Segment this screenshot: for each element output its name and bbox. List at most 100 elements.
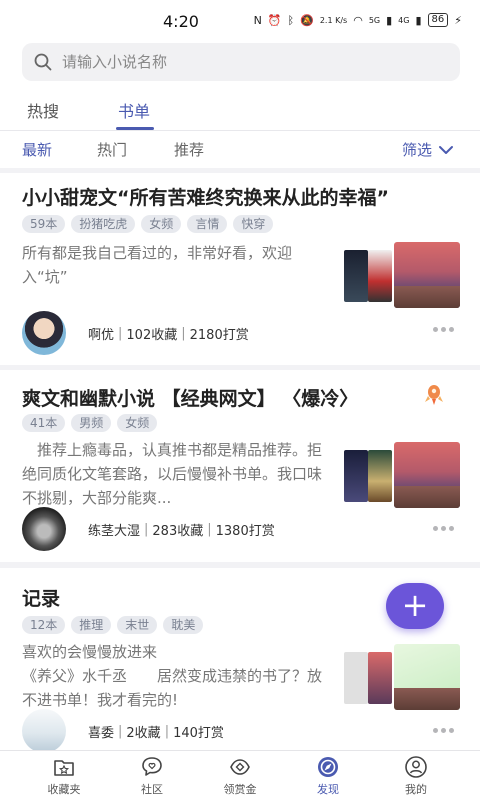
nav-rewards[interactable]: 领赏金 (200, 755, 280, 797)
tag: 末世 (117, 616, 158, 634)
signal-icon: ▮ (415, 13, 422, 27)
author-name[interactable]: 啊优 (88, 324, 114, 343)
compass-icon (318, 757, 338, 777)
favorites-count: 2收藏 (126, 725, 161, 741)
favorites-count: 283收藏 (152, 523, 204, 539)
battery-indicator: 86 (427, 13, 449, 27)
book-cover (344, 250, 368, 302)
subtab-latest[interactable]: 最新 (22, 139, 52, 160)
author-name[interactable]: 练茎大湿 (88, 520, 140, 539)
separator: | (118, 325, 123, 341)
avatar[interactable] (22, 311, 66, 355)
book-covers (342, 644, 460, 710)
book-cover-main (394, 442, 460, 508)
signal-icon: ▮ (386, 13, 393, 27)
author-name[interactable]: 喜委 (88, 722, 114, 741)
subtab-popular[interactable]: 热门 (97, 139, 127, 160)
filter-label: 筛选 (401, 141, 432, 159)
tag: 扮猪吃虎 (71, 215, 136, 233)
tag: 男频 (71, 414, 112, 432)
separator: | (181, 325, 186, 341)
booklist-description: 喜欢的会慢慢放进来 《养父》水千丞 居然变成违禁的书了？放不进书单！我才看完的! (22, 643, 323, 709)
booklist-title: 记录 (22, 588, 61, 610)
author-info: 啊优 | 102收藏 | 2180打赏 (22, 311, 249, 355)
bookmark-folder-icon (54, 760, 74, 776)
rewards-count: 140打赏 (173, 725, 224, 741)
nav-label: 领赏金 (223, 783, 257, 796)
book-cover (368, 652, 392, 704)
tab-booklist[interactable]: 书单 (118, 98, 150, 122)
nav-profile[interactable]: 我的 (376, 755, 456, 797)
tag-count: 41本 (22, 414, 66, 432)
nav-label: 我的 (405, 783, 427, 796)
book-covers (342, 242, 460, 308)
tag: 推理 (71, 616, 112, 634)
nav-label: 社区 (141, 783, 163, 796)
status-bar: 4:20 N ⏰ ᛒ 🔕 2.1 K/s ◠ 5G ▮ 4G ▮ 86 ⚡ (0, 0, 480, 40)
tab-hot-search[interactable]: 热搜 (27, 98, 59, 122)
separator: | (164, 723, 170, 739)
create-booklist-button[interactable]: + (386, 583, 444, 629)
booklist-card[interactable]: 爽文和幽默小说 【经典网文】 〈爆冷〉 41本 男频 女频 推荐上瘾毒品，认真推… (0, 370, 480, 562)
wifi-icon: ◠ (353, 13, 363, 27)
tag: 耽美 (163, 616, 204, 634)
avatar[interactable] (22, 709, 66, 753)
rocket-icon (425, 385, 443, 405)
separator: | (207, 521, 212, 537)
favorites-count: 102收藏 (126, 327, 178, 343)
more-options-icon[interactable] (433, 728, 454, 733)
tag-list: 59本 扮猪吃虎 女频 言情 快穿 (22, 215, 274, 233)
mute-icon: 🔕 (300, 13, 314, 27)
avatar[interactable] (22, 507, 66, 551)
signal-4g: 4G (398, 15, 410, 25)
main-tabs: 热搜 书单 (0, 94, 480, 130)
nfc-icon: N (253, 13, 262, 27)
filter-button[interactable]: 筛选 (402, 139, 454, 160)
net-speed: 2.1 K/s (319, 15, 348, 25)
nav-community[interactable]: 社区 (112, 755, 192, 797)
tag-count: 59本 (22, 215, 66, 233)
bottom-navigation: 收藏夹 社区 领赏金 发现 我的 (0, 750, 480, 800)
divider (0, 130, 480, 131)
alarm-icon: ⏰ (267, 13, 282, 27)
rewards-count: 2180打赏 (189, 327, 249, 343)
book-cover (368, 450, 392, 502)
charging-icon: ⚡ (454, 13, 462, 27)
booklist-description: 所有都是我自己看过的，非常好看，欢迎入“坑” (22, 244, 293, 286)
booklist-title: 爽文和幽默小说 【经典网文】 〈爆冷〉 (22, 388, 359, 410)
booklist-description: 推荐上瘾毒品，认真推书都是精品推荐。拒绝同质化文笔套路，以后慢慢补书单。我口味不… (22, 441, 323, 507)
separator: | (118, 723, 123, 739)
rewards-count: 1380打赏 (215, 523, 275, 539)
nav-label: 发现 (317, 783, 339, 796)
reward-icon (230, 759, 250, 775)
separator: | (144, 521, 149, 537)
more-options-icon[interactable] (433, 327, 454, 332)
book-cover (344, 652, 368, 704)
nav-label: 收藏夹 (47, 783, 81, 796)
nav-favorites[interactable]: 收藏夹 (24, 755, 104, 797)
more-options-icon[interactable] (433, 526, 454, 531)
tag: 言情 (187, 215, 228, 233)
author-info: 喜委 | 2收藏 | 140打赏 (22, 709, 224, 753)
tag-list: 12本 推理 末世 耽美 (22, 616, 204, 634)
profile-icon (405, 756, 427, 778)
search-input[interactable] (62, 53, 422, 71)
chat-heart-icon (142, 757, 162, 776)
signal-5g: 5G (368, 15, 381, 25)
book-cover-main (394, 242, 460, 308)
tag-count: 12本 (22, 616, 66, 634)
sub-tabs: 最新 热门 推荐 筛选 (0, 132, 480, 168)
subtab-recommended[interactable]: 推荐 (174, 139, 204, 160)
top-header: 热搜 书单 最新 热门 推荐 筛选 (0, 40, 480, 168)
nav-discover[interactable]: 发现 (288, 755, 368, 797)
booklist-title: 小小甜宠文“所有苦难终究换来从此的幸福” (22, 187, 389, 209)
booklist-card[interactable]: 小小甜宠文“所有苦难终究换来从此的幸福” 59本 扮猪吃虎 女频 言情 快穿 所… (0, 173, 480, 365)
search-bar[interactable] (22, 43, 460, 81)
book-covers (342, 442, 460, 508)
tag: 快穿 (233, 215, 274, 233)
search-icon (34, 53, 52, 71)
book-cover-main (394, 644, 460, 710)
tag-list: 41本 男频 女频 (22, 414, 158, 432)
status-icons: N ⏰ ᛒ 🔕 2.1 K/s ◠ 5G ▮ 4G ▮ 86 ⚡ (254, 13, 462, 27)
bluetooth-icon: ᛒ (287, 13, 295, 27)
